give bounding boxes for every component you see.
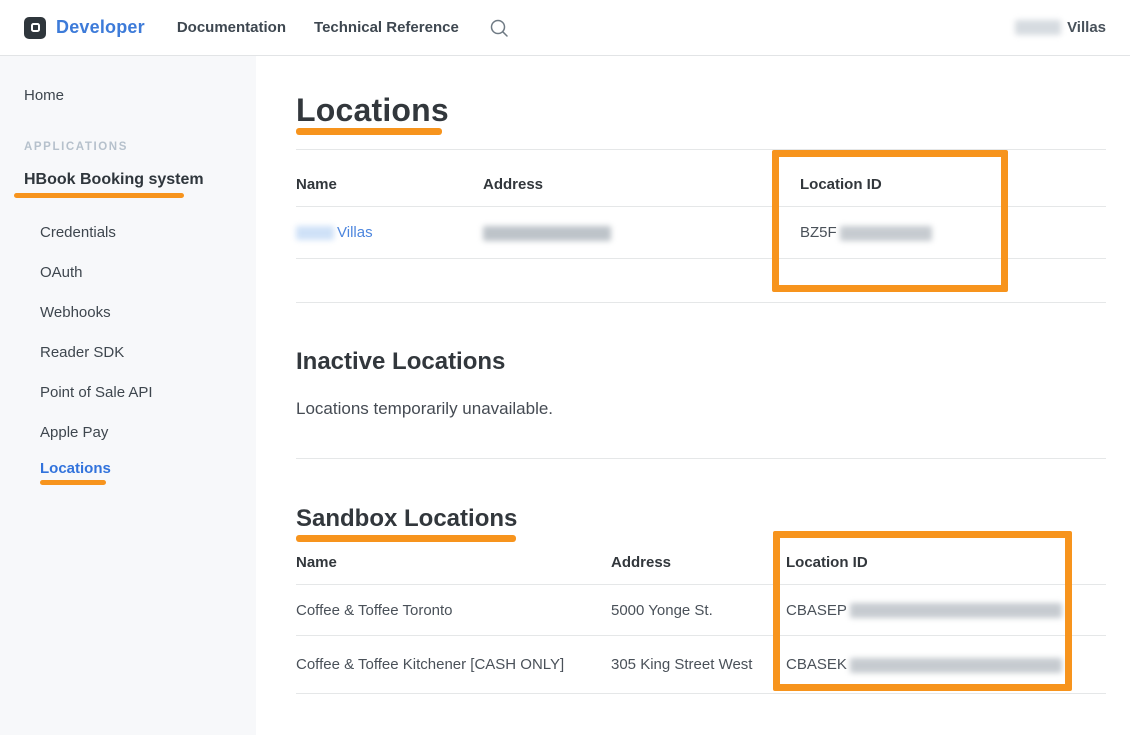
page-title: Locations xyxy=(296,96,1106,124)
sidebar-item-label: Locations xyxy=(40,460,256,477)
sidebar-item-point-of-sale-api[interactable]: Point of Sale API xyxy=(0,372,256,412)
location-address-cell: 5000 Yonge St. xyxy=(611,602,786,619)
nav-documentation[interactable]: Documentation xyxy=(177,19,286,36)
location-address-cell xyxy=(483,224,800,241)
sidebar-item-label: Reader SDK xyxy=(40,344,256,361)
sidebar-item-label: Webhooks xyxy=(40,304,256,321)
square-logo-inner xyxy=(31,23,40,32)
location-address-cell: 305 King Street West xyxy=(611,656,786,673)
sidebar-item-label: Credentials xyxy=(40,224,256,241)
square-logo-icon[interactable] xyxy=(24,17,46,39)
sandbox-locations-title: Sandbox Locations xyxy=(296,505,1106,533)
brand-developer-link[interactable]: Developer xyxy=(56,17,145,38)
inactive-locations-message: Locations temporarily unavailable. xyxy=(296,399,1106,419)
location-id-prefix: CBASEP xyxy=(786,602,847,619)
page: Developer Documentation Technical Refere… xyxy=(0,0,1130,735)
redacted-location-id xyxy=(840,226,932,241)
top-nav: Developer Documentation Technical Refere… xyxy=(0,0,1130,56)
location-link[interactable]: Villas xyxy=(337,224,373,241)
location-name-cell: Coffee & Toffee Toronto xyxy=(296,602,611,619)
inactive-locations-title: Inactive Locations xyxy=(296,348,1106,376)
sidebar-item-webhooks[interactable]: Webhooks xyxy=(0,292,256,332)
annotation-underline-app xyxy=(14,193,184,198)
sidebar-app-label: HBook Booking system xyxy=(24,170,204,190)
sidebar-item-label: OAuth xyxy=(40,264,256,281)
sidebar-item-oauth[interactable]: OAuth xyxy=(0,252,256,292)
column-header-name: Name xyxy=(296,176,483,193)
column-header-address: Address xyxy=(483,176,800,193)
location-id-cell: BZ5F xyxy=(800,224,1106,241)
table-row-empty xyxy=(296,259,1106,303)
top-nav-links: Documentation Technical Reference xyxy=(177,18,509,38)
account-name-suffix: Villas xyxy=(1067,19,1106,36)
sidebar-item-credentials[interactable]: Credentials xyxy=(0,212,256,252)
location-id-cell: CBASEP xyxy=(786,602,1106,619)
column-header-location-id: Location ID xyxy=(786,554,1106,571)
redacted-location-id xyxy=(850,603,1062,618)
location-id-prefix: CBASEK xyxy=(786,656,847,673)
redacted-address xyxy=(483,226,611,241)
annotation-underline-locations-title xyxy=(296,128,442,135)
sidebar-section-applications: APPLICATIONS xyxy=(0,140,256,154)
divider xyxy=(296,458,1106,459)
sidebar: Home APPLICATIONS HBook Booking system C… xyxy=(0,56,256,735)
redacted-location-id xyxy=(850,658,1062,673)
sidebar-sub-list: Credentials OAuth Webhooks Reader SDK Po… xyxy=(0,212,256,492)
column-header-address: Address xyxy=(611,554,786,571)
main-content: Locations Name Address Location ID Villa… xyxy=(256,56,1130,735)
search-icon[interactable] xyxy=(489,18,509,38)
nav-technical-reference[interactable]: Technical Reference xyxy=(314,19,459,36)
location-name-cell: Villas xyxy=(296,224,483,241)
account-menu[interactable]: Villas xyxy=(1015,19,1106,36)
sidebar-item-label: Apple Pay xyxy=(40,424,256,441)
column-header-name: Name xyxy=(296,554,611,571)
sidebar-item-home[interactable]: Home xyxy=(0,86,256,106)
sidebar-item-reader-sdk[interactable]: Reader SDK xyxy=(0,332,256,372)
location-id-cell: CBASEK xyxy=(786,656,1106,673)
sidebar-item-label: Point of Sale API xyxy=(40,384,256,401)
annotation-underline-locations-item xyxy=(40,480,106,485)
location-name-cell: Coffee & Toffee Kitchener [CASH ONLY] xyxy=(296,656,611,673)
locations-table-header: Name Address Location ID xyxy=(296,150,1106,207)
table-row: Villas BZ5F xyxy=(296,207,1106,259)
sandbox-table-header: Name Address Location ID xyxy=(296,542,1106,585)
sidebar-item-apple-pay[interactable]: Apple Pay xyxy=(0,412,256,452)
annotation-underline-sandbox-title xyxy=(296,535,516,542)
sidebar-item-app-hbook[interactable]: HBook Booking system xyxy=(0,170,256,198)
column-header-location-id: Location ID xyxy=(800,176,1106,193)
sidebar-item-locations[interactable]: Locations xyxy=(0,452,256,492)
table-row: Coffee & Toffee Toronto 5000 Yonge St. C… xyxy=(296,585,1106,636)
table-row: Coffee & Toffee Kitchener [CASH ONLY] 30… xyxy=(296,636,1106,694)
redacted-location-name xyxy=(296,226,334,240)
location-id-prefix: BZ5F xyxy=(800,224,837,241)
redacted-account-name xyxy=(1015,20,1061,35)
